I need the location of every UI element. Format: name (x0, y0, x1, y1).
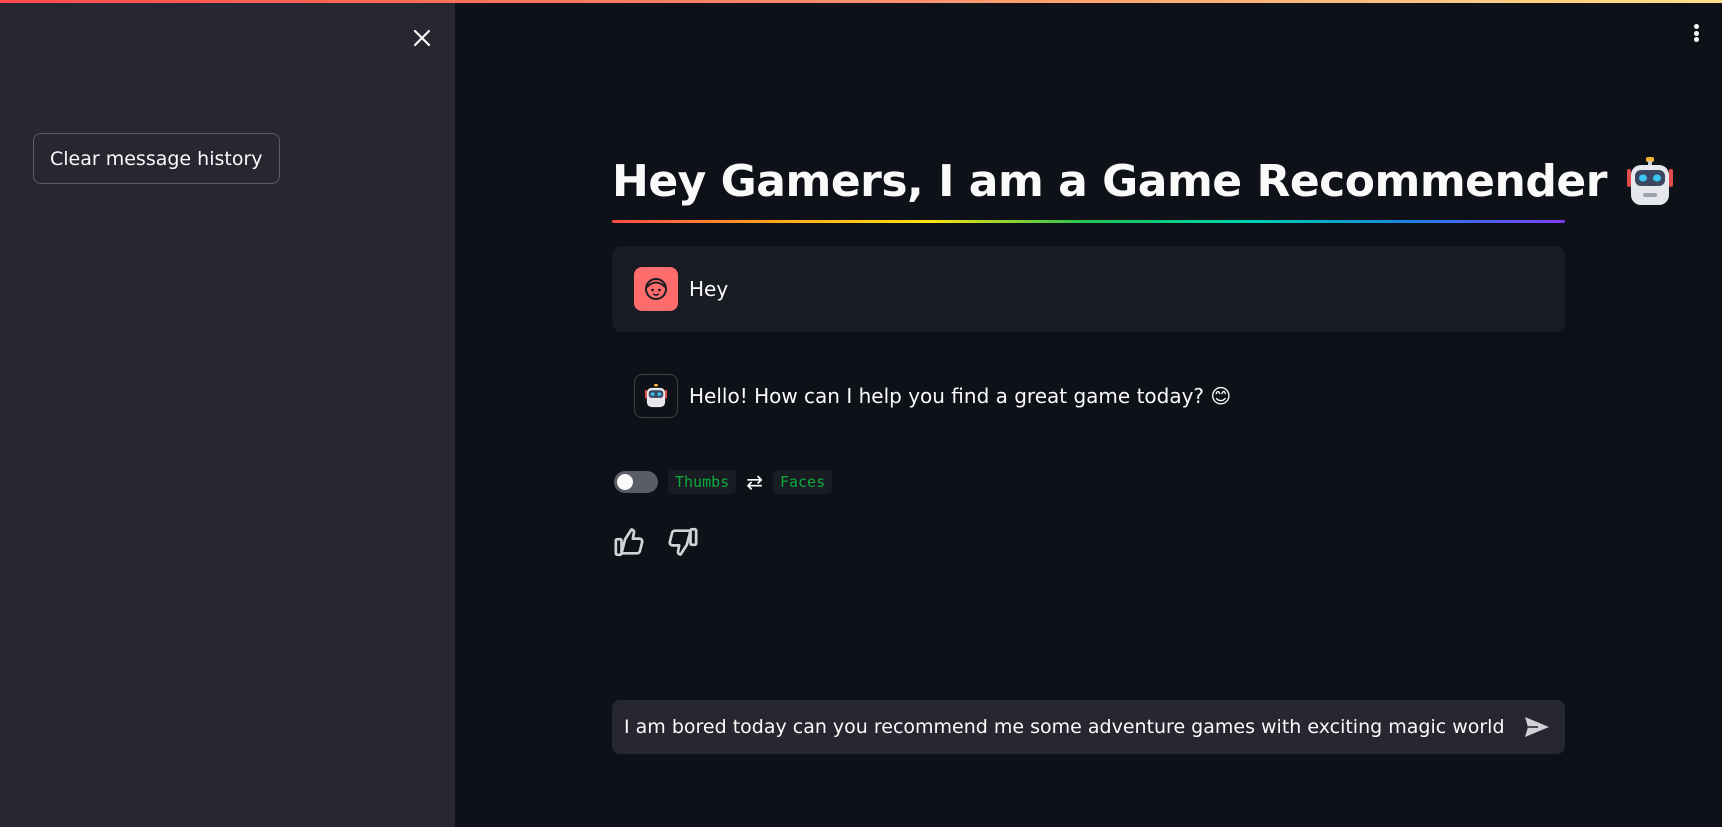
robot-icon (1626, 157, 1673, 205)
clear-history-button[interactable]: Clear message history (33, 133, 280, 184)
feedback-toggle-switch[interactable] (614, 471, 658, 493)
feedback-buttons (612, 524, 700, 560)
title-divider (612, 220, 1565, 223)
message-text: Hey (689, 277, 729, 301)
feedback-style-toggle: Thumbs ⇄ Faces (614, 468, 833, 496)
sidebar: Clear message history (0, 0, 455, 827)
toggle-label-thumbs: Thumbs (668, 470, 737, 494)
chat-input-bar (612, 700, 1565, 754)
send-button[interactable] (1515, 705, 1559, 749)
page-title-text: Hey Gamers, I am a Game Recommender (612, 156, 1607, 207)
user-avatar (634, 267, 678, 311)
toggle-label-faces: Faces (772, 470, 833, 494)
message-text: Hello! How can I help you find a great g… (689, 384, 1232, 408)
send-icon (1525, 717, 1549, 737)
main-content: Hey Gamers, I am a Game Recommender Hey (455, 0, 1722, 827)
user-face-icon (645, 278, 667, 300)
thumbs-up-button[interactable] (612, 524, 648, 560)
main-menu-button[interactable] (1684, 20, 1708, 46)
robot-icon (644, 383, 668, 408)
assistant-avatar (634, 374, 678, 418)
thumbs-down-button[interactable] (664, 524, 700, 560)
kebab-menu-icon (1693, 24, 1699, 29)
close-icon (413, 29, 431, 47)
toggle-knob (617, 474, 633, 490)
thumbs-down-icon (668, 527, 698, 556)
sidebar-close-button[interactable] (406, 22, 438, 54)
page-title: Hey Gamers, I am a Game Recommender (612, 148, 1677, 216)
chat-message-user: Hey (612, 246, 1565, 332)
thumbs-up-icon (614, 528, 644, 557)
swap-arrows-icon: ⇄ (746, 470, 763, 494)
top-decoration-bar (0, 0, 1722, 3)
chat-input[interactable] (612, 700, 1515, 754)
chat-message-assistant: Hello! How can I help you find a great g… (612, 353, 1565, 439)
